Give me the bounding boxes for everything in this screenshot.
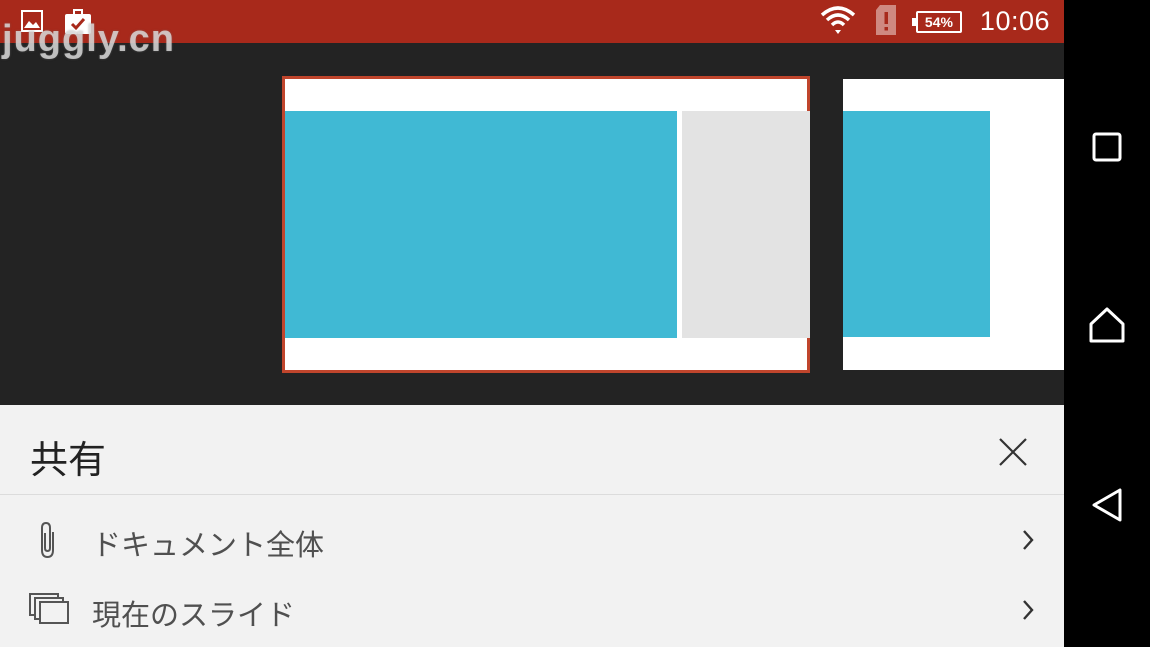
close-icon <box>999 438 1027 466</box>
share-panel: 共有 ドキュメント全体 現在のスライド <box>0 405 1064 647</box>
chevron-right-icon <box>1018 597 1038 623</box>
close-button[interactable] <box>994 433 1032 471</box>
home-button[interactable] <box>1082 300 1132 350</box>
back-icon <box>1092 488 1122 522</box>
slide-shape-blue <box>843 111 990 337</box>
watermark: juggly.cn <box>2 18 175 60</box>
chevron-right-icon <box>1018 527 1038 553</box>
share-item-label: 現在のスライド <box>92 598 296 632</box>
battery-level: 54% <box>924 13 953 30</box>
slide-shape-gray <box>682 111 810 338</box>
sim-alert-icon <box>874 4 898 40</box>
share-item-label: ドキュメント全体 <box>92 528 325 562</box>
share-header: 共有 <box>0 405 1064 495</box>
back-button[interactable] <box>1082 480 1132 530</box>
share-item-current-slide[interactable]: 現在のスライド <box>0 575 1064 645</box>
clock: 10:06 <box>979 6 1050 36</box>
slide-shape-blue <box>285 111 677 338</box>
slides-icon <box>28 589 69 631</box>
wifi-icon <box>820 5 856 39</box>
navigation-bar <box>1064 0 1150 647</box>
slide-strip[interactable] <box>0 43 1064 405</box>
recents-button[interactable] <box>1082 122 1132 172</box>
share-item-entire-document[interactable]: ドキュメント全体 <box>0 505 1064 575</box>
home-icon <box>1089 307 1125 343</box>
share-title: 共有 <box>30 438 107 482</box>
paperclip-icon <box>28 519 68 561</box>
slide-thumbnail-selected[interactable] <box>282 76 810 373</box>
slide-thumbnail-next[interactable] <box>843 79 1064 370</box>
recents-icon <box>1092 132 1122 162</box>
battery-icon: 54% <box>911 10 962 33</box>
